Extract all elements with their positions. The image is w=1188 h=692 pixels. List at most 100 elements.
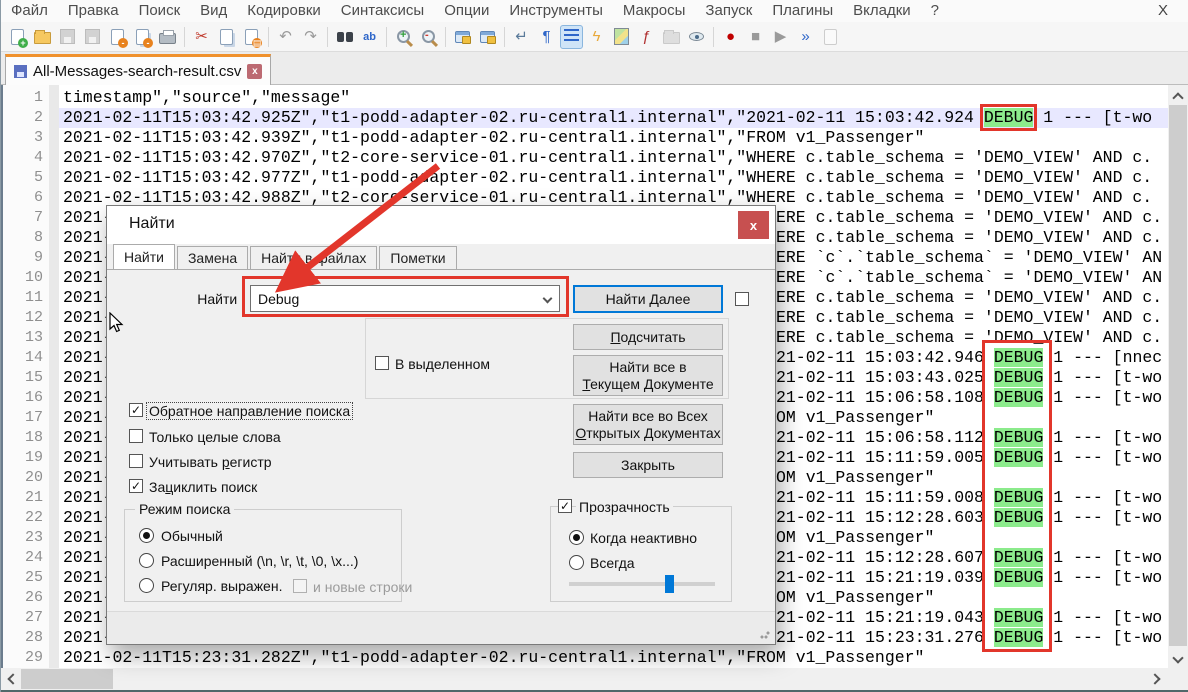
tab-bar: All-Messages-search-result.csv x: [1, 52, 1188, 85]
open-folder-icon[interactable]: [31, 25, 54, 49]
editor-line[interactable]: 42021-02-11T15:03:42.970Z","t2-core-serv…: [1, 148, 1169, 168]
transparency-always-radio[interactable]: [569, 555, 584, 570]
editor-line[interactable]: 52021-02-11T15:03:42.977Z","t1-podd-adap…: [1, 168, 1169, 188]
zoom-out-icon[interactable]: -: [417, 25, 440, 49]
menu-item-вкладки[interactable]: Вкладки: [843, 0, 921, 22]
save-icon[interactable]: [56, 25, 79, 49]
close-button[interactable]: Закрыть: [573, 452, 723, 478]
word-wrap-icon[interactable]: ↵: [510, 25, 533, 49]
find-dialog-tab-замена[interactable]: Замена: [177, 246, 248, 270]
menu-item-вид[interactable]: Вид: [190, 0, 237, 22]
find-next-button[interactable]: Найти Далее: [573, 285, 723, 313]
scroll-down-icon[interactable]: [1168, 648, 1188, 668]
cut-scissors-icon[interactable]: ✂: [190, 25, 213, 49]
toolbar-separator: [184, 27, 185, 47]
close-all-icon[interactable]: -: [131, 25, 154, 49]
sync-horizontal-icon[interactable]: [476, 25, 499, 49]
editor-line[interactable]: 1timestamp","source","message": [1, 88, 1169, 108]
zoom-in-icon[interactable]: +: [392, 25, 415, 49]
print-icon[interactable]: [156, 25, 179, 49]
scroll-up-icon[interactable]: [1168, 85, 1188, 105]
find-what-combobox[interactable]: Debug: [250, 285, 560, 312]
debug-token-highlight: DEBUG: [984, 108, 1034, 127]
mode-extended-radio[interactable]: [139, 553, 154, 568]
match-case-checkbox[interactable]: [129, 454, 143, 468]
find-binoculars-icon[interactable]: [333, 25, 356, 49]
menu-item-поиск[interactable]: Поиск: [129, 0, 191, 22]
mode-normal-label: Обычный: [161, 528, 223, 544]
line-number: 2: [1, 108, 43, 128]
record-macro-icon[interactable]: ●: [719, 25, 742, 49]
transparency-inactive-radio[interactable]: [569, 530, 584, 545]
find-dialog-titlebar[interactable]: Найти: [107, 206, 775, 244]
menu-item-макросы[interactable]: Макросы: [613, 0, 696, 22]
eye-monitor-icon[interactable]: [685, 25, 708, 49]
run-macro-multiple-icon[interactable]: »: [794, 25, 817, 49]
menu-item-запуск[interactable]: Запуск: [695, 0, 762, 22]
in-selection-checkbox[interactable]: [375, 356, 389, 370]
editor-line[interactable]: 32021-02-11T15:03:42.939Z","t1-podd-adap…: [1, 128, 1169, 148]
count-button[interactable]: Подсчитать: [573, 324, 723, 350]
menu-item-синтаксисы[interactable]: Синтаксисы: [331, 0, 434, 22]
replace-ab-icon[interactable]: ab: [358, 25, 381, 49]
document-map-icon[interactable]: [610, 25, 633, 49]
line-number: 25: [1, 568, 43, 588]
save-all-icon[interactable]: [81, 25, 104, 49]
new-file-icon[interactable]: +: [6, 25, 29, 49]
undo-arrow-icon[interactable]: ↶: [274, 25, 297, 49]
window-close-button[interactable]: X: [1152, 0, 1174, 22]
file-tab[interactable]: All-Messages-search-result.csv x: [5, 54, 271, 85]
menu-item-плагины[interactable]: Плагины: [762, 0, 843, 22]
menu-item-опции[interactable]: Опции: [434, 0, 499, 22]
find-dialog-tab-найти-в-файлах[interactable]: Найти в файлах: [250, 246, 377, 270]
mode-normal-radio[interactable]: [139, 528, 154, 543]
editor-line[interactable]: 292021-02-11T15:23:31.282Z","t1-podd-ada…: [1, 648, 1169, 668]
mode-regex-radio[interactable]: [139, 578, 154, 593]
menu-item-?[interactable]: ?: [921, 0, 949, 22]
horizontal-scroll-thumb[interactable]: [21, 669, 113, 689]
find-all-current-button[interactable]: Найти все вТекущем Документе: [573, 355, 723, 396]
copy-icon[interactable]: [215, 25, 238, 49]
debug-token-highlight: DEBUG: [994, 368, 1044, 387]
menu-item-кодировки[interactable]: Кодировки: [237, 0, 330, 22]
vertical-scrollbar[interactable]: [1168, 85, 1188, 668]
show-all-characters-icon[interactable]: ¶: [535, 25, 558, 49]
wrap-around-checkbox[interactable]: [129, 479, 143, 493]
find-dialog-close-icon[interactable]: x: [738, 211, 769, 239]
horizontal-scrollbar[interactable]: [1, 668, 1169, 690]
chevron-down-icon[interactable]: [543, 294, 553, 304]
lightning-icon[interactable]: ϟ: [585, 25, 608, 49]
play-macro-icon[interactable]: ▶: [769, 25, 792, 49]
function-list-icon[interactable]: ƒ: [635, 25, 658, 49]
tab-close-icon[interactable]: x: [247, 64, 262, 79]
editor-line[interactable]: 22021-02-11T15:03:42.925Z","t1-podd-adap…: [1, 108, 1169, 128]
scroll-left-icon[interactable]: [1, 668, 21, 690]
indent-guide-icon[interactable]: [560, 25, 583, 49]
scroll-right-icon[interactable]: [1147, 668, 1167, 690]
find-dialog-tabs: НайтиЗаменаНайти в файлахПометки: [113, 244, 459, 270]
find-all-open-button[interactable]: Найти все во ВсехОткрытых Документах: [573, 404, 723, 445]
transparency-checkbox[interactable]: [558, 499, 572, 513]
folder-workspace-icon[interactable]: [660, 25, 683, 49]
direction-checkbox[interactable]: [735, 292, 749, 306]
find-dialog-tab-пометки[interactable]: Пометки: [379, 246, 456, 270]
close-file-icon[interactable]: -: [106, 25, 129, 49]
file-tab-label: All-Messages-search-result.csv: [33, 63, 241, 80]
save-macro-icon[interactable]: [819, 25, 842, 49]
redo-arrow-icon[interactable]: ↷: [299, 25, 322, 49]
vertical-scroll-thumb[interactable]: [1169, 105, 1187, 646]
backward-checkbox[interactable]: [129, 403, 143, 417]
menu-item-правка[interactable]: Правка: [58, 0, 129, 22]
whole-word-label: Только целые слова: [149, 429, 281, 445]
transparency-slider-handle[interactable]: [665, 575, 674, 593]
whole-word-checkbox[interactable]: [129, 429, 143, 443]
stop-macro-icon[interactable]: ■: [744, 25, 767, 49]
resize-grip-icon[interactable]: [760, 629, 770, 639]
menu-item-файл[interactable]: Файл: [1, 0, 58, 22]
toolbar-separator: [713, 27, 714, 47]
find-dialog-tab-найти[interactable]: Найти: [113, 244, 175, 270]
paste-clipboard-icon[interactable]: ▤: [240, 25, 263, 49]
transparency-slider[interactable]: [569, 582, 715, 586]
menu-item-инструменты[interactable]: Инструменты: [499, 0, 613, 22]
sync-vertical-icon[interactable]: [451, 25, 474, 49]
